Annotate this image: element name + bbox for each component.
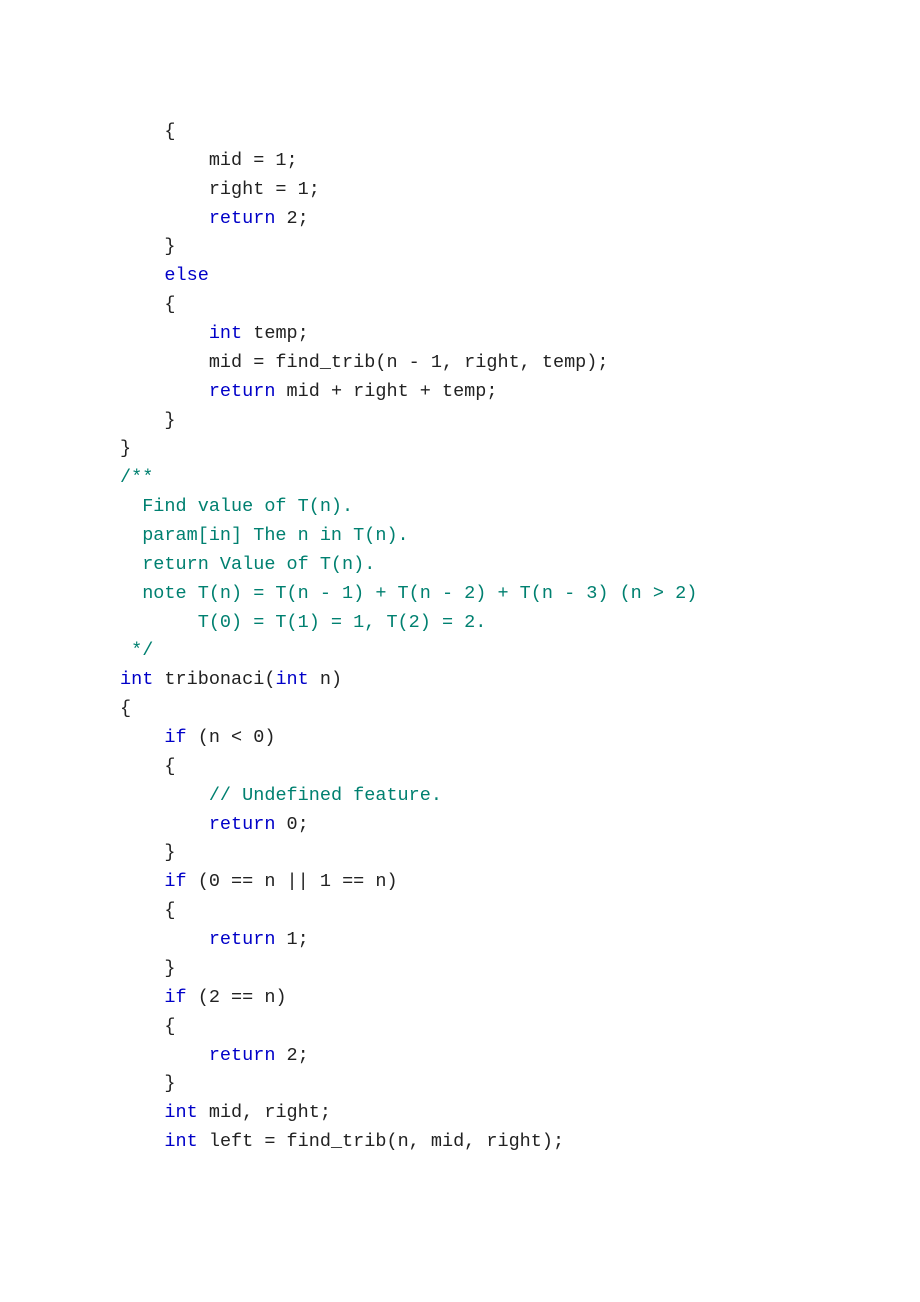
code-token: if	[164, 987, 186, 1008]
code-token: }	[120, 236, 176, 257]
code-token: {	[120, 698, 131, 719]
code-token: note T(n) = T(n - 1) + T(n - 2) + T(n - …	[120, 583, 697, 604]
code-token: right = 1;	[120, 179, 320, 200]
code-token: Find value of T(n).	[120, 496, 353, 517]
code-token	[120, 265, 164, 286]
code-token: 2;	[275, 208, 308, 229]
code-token: int	[275, 669, 308, 690]
code-token: if	[164, 727, 186, 748]
code-token: }	[120, 842, 176, 863]
code-token: int	[209, 323, 242, 344]
code-token: return Value of T(n).	[120, 554, 375, 575]
code-token: return	[209, 381, 276, 402]
code-page: { mid = 1; right = 1; return 2; } else {…	[0, 0, 920, 1157]
code-token: return	[209, 208, 276, 229]
code-token: {	[120, 900, 176, 921]
code-token: mid = 1;	[120, 150, 298, 171]
code-token	[120, 208, 209, 229]
code-token: 1;	[275, 929, 308, 950]
code-token: int	[120, 669, 153, 690]
code-token: int	[164, 1102, 197, 1123]
code-token: /**	[120, 467, 153, 488]
code-token: }	[120, 410, 176, 431]
code-token: {	[120, 1016, 176, 1037]
code-token	[120, 871, 164, 892]
code-token	[120, 785, 209, 806]
code-token: {	[120, 756, 176, 777]
code-token	[120, 1102, 164, 1123]
code-token: }	[120, 438, 131, 459]
code-token: }	[120, 1073, 176, 1094]
code-token: param[in] The n in T(n).	[120, 525, 409, 546]
code-token: (0 == n || 1 == n)	[187, 871, 398, 892]
code-token	[120, 323, 209, 344]
code-token: */	[120, 640, 153, 661]
code-token	[120, 381, 209, 402]
code-token	[120, 929, 209, 950]
code-token	[120, 1045, 209, 1066]
code-block: { mid = 1; right = 1; return 2; } else {…	[120, 118, 920, 1157]
code-token: mid + right + temp;	[275, 381, 497, 402]
code-token: return	[209, 814, 276, 835]
code-token	[120, 727, 164, 748]
code-token: tribonaci(	[153, 669, 275, 690]
code-token	[120, 814, 209, 835]
code-token: (n < 0)	[187, 727, 276, 748]
code-token: return	[209, 1045, 276, 1066]
code-token: n)	[309, 669, 342, 690]
code-token: left = find_trib(n, mid, right);	[198, 1131, 564, 1152]
code-token: temp;	[242, 323, 309, 344]
code-token	[120, 1131, 164, 1152]
code-token: T(0) = T(1) = 1, T(2) = 2.	[120, 612, 486, 633]
code-token	[120, 987, 164, 1008]
code-token: // Undefined feature.	[209, 785, 442, 806]
code-token: else	[164, 265, 208, 286]
code-token: {	[120, 121, 176, 142]
code-token: if	[164, 871, 186, 892]
code-token: 2;	[275, 1045, 308, 1066]
code-token: (2 == n)	[187, 987, 287, 1008]
code-token: }	[120, 958, 176, 979]
code-token: mid, right;	[198, 1102, 331, 1123]
code-token: 0;	[275, 814, 308, 835]
code-token: {	[120, 294, 176, 315]
code-token: mid = find_trib(n - 1, right, temp);	[120, 352, 608, 373]
code-token: return	[209, 929, 276, 950]
code-token: int	[164, 1131, 197, 1152]
